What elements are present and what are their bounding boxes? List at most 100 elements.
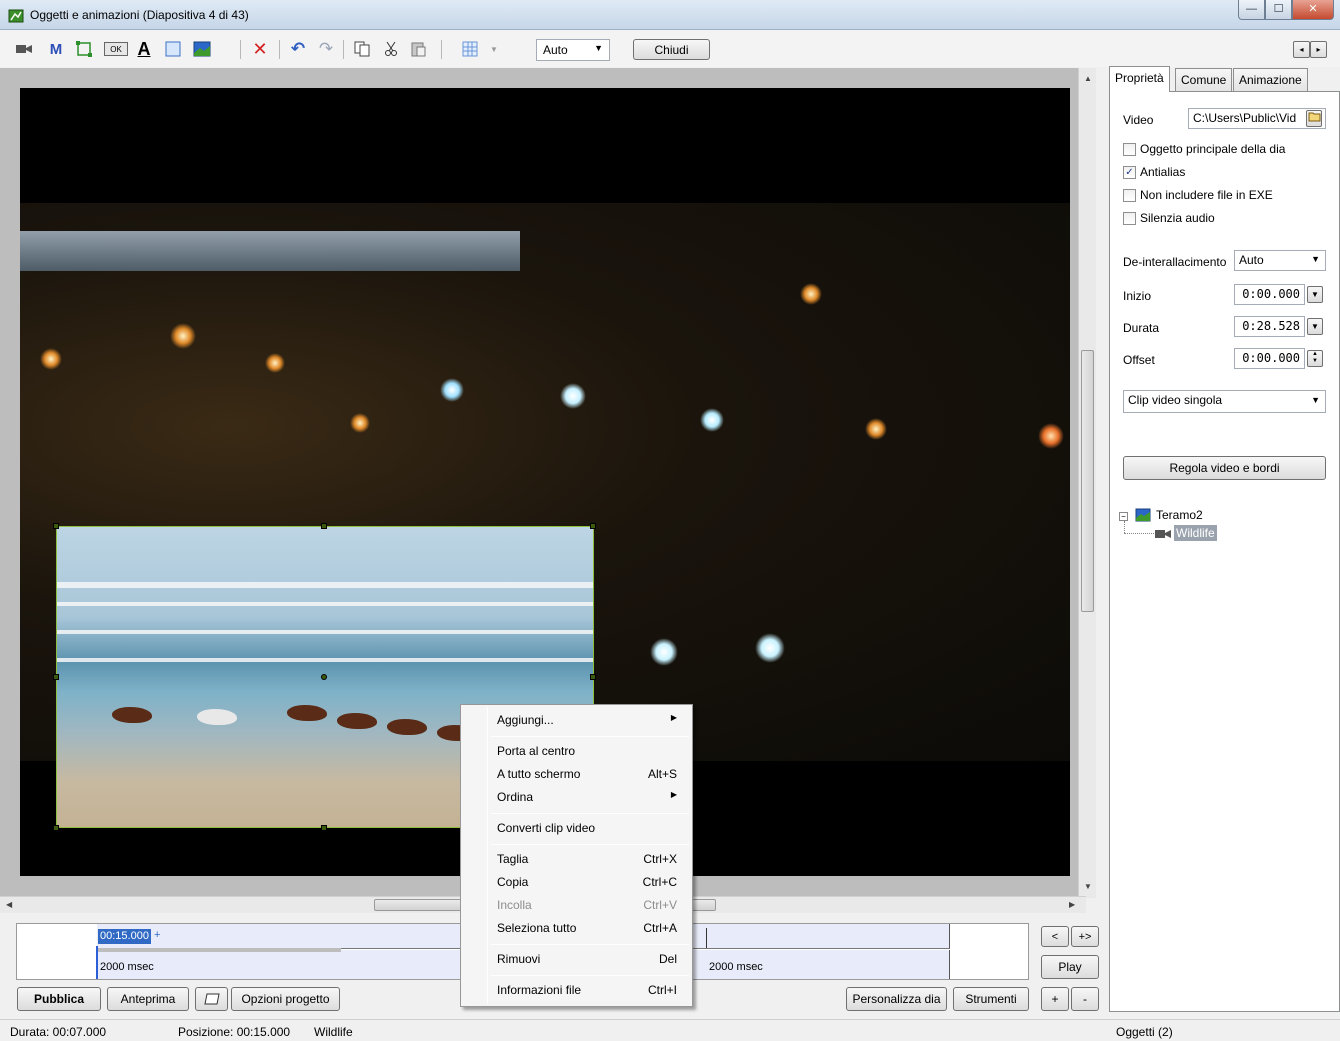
deinterlace-select[interactable]: Auto ▼: [1234, 250, 1326, 271]
nav-left-button[interactable]: ◂: [1293, 41, 1310, 58]
redo-icon[interactable]: ↷: [316, 39, 336, 59]
text-icon[interactable]: A: [134, 39, 154, 59]
close-button[interactable]: Chiudi: [633, 39, 710, 60]
menu-separator: [491, 975, 689, 976]
resize-handle[interactable]: [590, 523, 596, 529]
scroll-right-icon[interactable]: ▶: [1069, 900, 1075, 909]
antialias-checkbox[interactable]: ✓: [1123, 166, 1136, 179]
collapse-icon[interactable]: −: [1119, 512, 1128, 521]
publish-button[interactable]: Pubblica: [17, 987, 101, 1011]
scroll-left-icon[interactable]: ◀: [6, 900, 12, 909]
title-bar: Oggetti e animazioni (Diapositiva 4 di 4…: [0, 0, 1340, 30]
frame-icon[interactable]: [163, 39, 183, 59]
toolbar-separator: [441, 40, 442, 59]
object-tree[interactable]: − Teramo2 Wildlife: [1109, 501, 1340, 1012]
menu-item-fullscreen[interactable]: A tutto schermo Alt+S: [497, 764, 677, 784]
tree-child-label[interactable]: Wildlife: [1174, 525, 1217, 541]
remove-keyframe-button[interactable]: -: [1071, 987, 1099, 1011]
offset-value: 0:00.000: [1242, 351, 1300, 365]
paste-icon[interactable]: [408, 39, 428, 59]
start-dropdown-icon[interactable]: ▼: [1307, 286, 1323, 303]
menu-item-label: Taglia: [497, 852, 529, 866]
menu-item-order[interactable]: Ordina ▶: [497, 787, 677, 807]
grid-icon[interactable]: [460, 39, 480, 59]
menu-item-add[interactable]: Aggiungi... ▶: [497, 710, 677, 730]
timeline-prev-button[interactable]: <: [1041, 926, 1069, 947]
frame-preview-button[interactable]: [195, 987, 228, 1011]
transition-duration: 2000 msec: [709, 961, 763, 973]
scroll-down-icon[interactable]: ▼: [1084, 882, 1092, 891]
button-icon[interactable]: OK: [104, 42, 128, 56]
adjust-video-button[interactable]: Regola video e bordi: [1123, 456, 1326, 480]
resize-handle[interactable]: [590, 674, 596, 680]
duration-field[interactable]: 0:28.528: [1234, 316, 1305, 337]
tab-properties[interactable]: Proprietà: [1109, 66, 1170, 92]
mask-icon[interactable]: M: [46, 39, 66, 59]
rectangle-icon[interactable]: [74, 39, 94, 59]
close-window-button[interactable]: ✕: [1292, 0, 1334, 20]
resize-handle[interactable]: [53, 674, 59, 680]
zoom-select[interactable]: Auto ▼: [536, 39, 610, 61]
open-folder-icon[interactable]: [1306, 110, 1322, 127]
timeline-next-button[interactable]: +>: [1071, 926, 1099, 947]
resize-handle[interactable]: [53, 523, 59, 529]
copy-icon[interactable]: [352, 39, 372, 59]
horse: [387, 719, 427, 735]
tab-common[interactable]: Comune: [1175, 68, 1233, 92]
building-lights: [20, 231, 520, 271]
minimize-icon: —: [1246, 3, 1257, 15]
menu-item-convert-clip[interactable]: Converti clip video: [497, 818, 677, 838]
menu-item-center[interactable]: Porta al centro: [497, 741, 677, 761]
image-icon[interactable]: [192, 39, 212, 59]
add-keyframe-button[interactable]: +: [1041, 987, 1069, 1011]
resize-handle[interactable]: [53, 825, 59, 831]
image-icon: [1135, 508, 1151, 522]
menu-item-copy[interactable]: Copia Ctrl+C: [497, 872, 677, 892]
properties-panel: Proprietà Comune Animazione Video C:\Use…: [1109, 66, 1340, 1012]
city-light: [650, 638, 678, 666]
menu-item-file-info[interactable]: Informazioni file Ctrl+I: [497, 980, 677, 1000]
resize-handle[interactable]: [321, 523, 327, 529]
mute-audio-checkbox[interactable]: [1123, 212, 1136, 225]
customize-slide-button[interactable]: Personalizza dia: [846, 987, 947, 1011]
tools-button[interactable]: Strumenti: [953, 987, 1029, 1011]
minimize-button[interactable]: —: [1238, 0, 1265, 20]
menu-item-select-all[interactable]: Seleziona tutto Ctrl+A: [497, 918, 677, 938]
vertical-scrollbar[interactable]: ▲ ▼: [1078, 68, 1096, 898]
exclude-exe-checkbox[interactable]: [1123, 189, 1136, 202]
timeline-clip-bar[interactable]: [97, 948, 341, 952]
tab-animation[interactable]: Animazione: [1233, 68, 1308, 92]
menu-item-remove[interactable]: Rimuovi Del: [497, 949, 677, 969]
maximize-button[interactable]: ☐: [1265, 0, 1292, 20]
undo-icon[interactable]: ↶: [288, 39, 308, 59]
cut-icon[interactable]: [381, 39, 401, 59]
main-object-checkbox[interactable]: [1123, 143, 1136, 156]
vertical-scroll-thumb[interactable]: [1081, 350, 1094, 612]
project-options-button[interactable]: Opzioni progetto: [231, 987, 340, 1011]
start-field[interactable]: 0:00.000: [1234, 284, 1305, 305]
offset-spinner-icon[interactable]: ▲ ▼: [1307, 350, 1323, 367]
delete-icon[interactable]: ✕: [250, 39, 270, 59]
timeline-marker[interactable]: [706, 928, 707, 948]
resize-handle[interactable]: [321, 825, 327, 831]
clip-mode-select[interactable]: Clip video singola ▼: [1123, 390, 1326, 413]
scroll-up-icon[interactable]: ▲: [1084, 74, 1092, 83]
video-camera-icon[interactable]: [14, 39, 34, 59]
wave: [57, 582, 593, 588]
preview-button[interactable]: Anteprima: [107, 987, 189, 1011]
offset-field[interactable]: 0:00.000: [1234, 348, 1305, 369]
timeline-cursor[interactable]: [96, 946, 98, 979]
app-icon: [8, 9, 24, 23]
nav-right-button[interactable]: ▸: [1310, 41, 1327, 58]
center-handle[interactable]: [321, 674, 327, 680]
deinterlace-value: Auto: [1239, 253, 1264, 267]
video-label: Video: [1123, 113, 1154, 127]
menu-item-cut[interactable]: Taglia Ctrl+X: [497, 849, 677, 869]
play-button[interactable]: Play: [1041, 955, 1099, 979]
tree-root-label[interactable]: Teramo2: [1156, 508, 1203, 522]
main-object-label: Oggetto principale della dia: [1140, 142, 1286, 156]
duration-dropdown-icon[interactable]: ▼: [1307, 318, 1323, 335]
menu-separator: [491, 736, 689, 737]
grid-dropdown-icon[interactable]: ▼: [484, 39, 504, 59]
menu-item-paste[interactable]: Incolla Ctrl+V: [497, 895, 677, 915]
